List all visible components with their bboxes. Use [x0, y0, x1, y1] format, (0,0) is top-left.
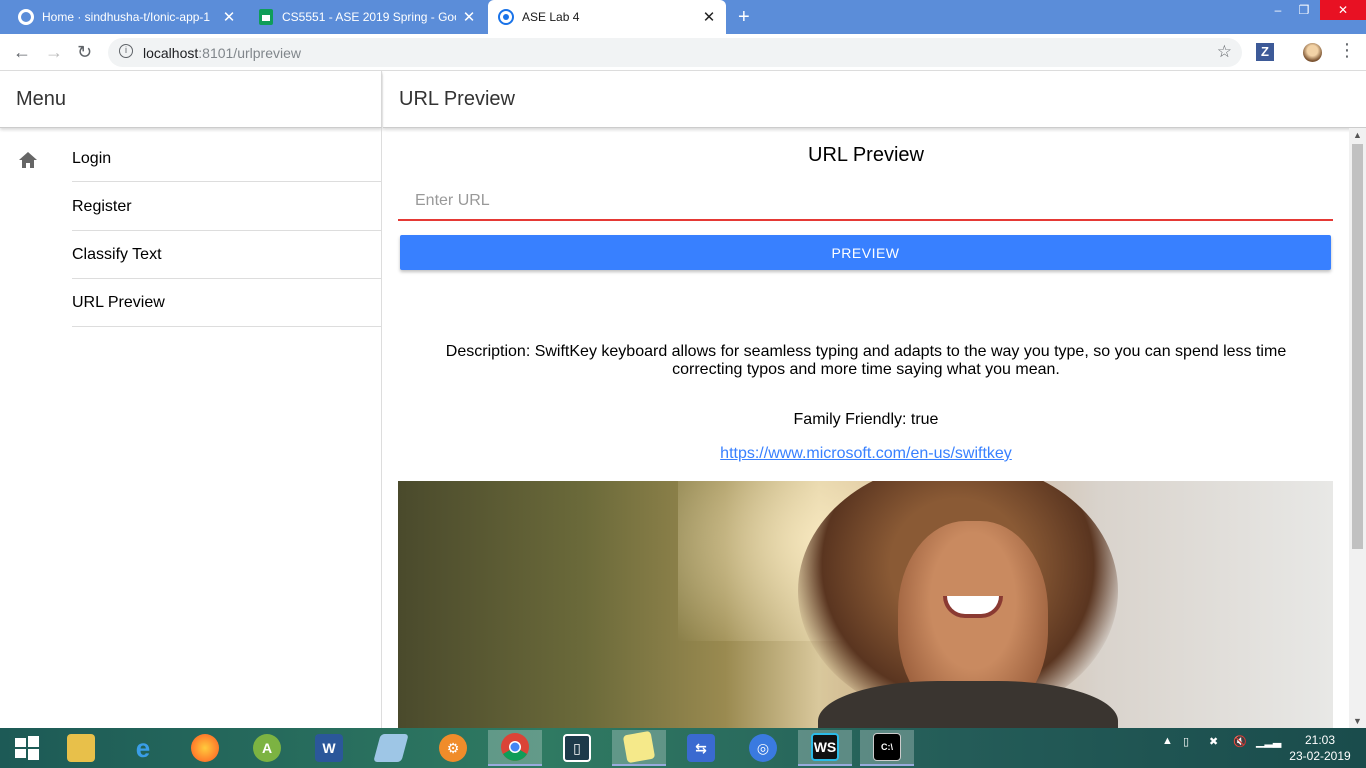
firefox-button[interactable]: [178, 730, 232, 766]
android-studio-icon: A: [253, 734, 281, 762]
info-icon[interactable]: i: [119, 44, 133, 58]
volume-muted-icon[interactable]: 🔇: [1233, 735, 1247, 748]
forward-icon[interactable]: →: [45, 42, 63, 63]
word-button[interactable]: W: [302, 730, 356, 766]
system-clock[interactable]: 21:03 23-02-2019: [1288, 732, 1352, 764]
clock-time: 21:03: [1304, 733, 1336, 747]
content-title: URL Preview: [808, 144, 924, 166]
minimize-button[interactable]: –: [1264, 0, 1292, 20]
preview-description: Description: SwiftKey keyboard allows fo…: [445, 343, 1287, 378]
device-icon[interactable]: ▯: [1183, 735, 1189, 748]
menu-item-register[interactable]: Register: [72, 183, 381, 231]
back-icon[interactable]: ←: [13, 42, 31, 63]
browser-menu-icon[interactable]: ⋮: [1338, 40, 1356, 61]
command-prompt-button[interactable]: C:\: [860, 730, 914, 766]
scrollbar-thumb[interactable]: [1352, 144, 1363, 549]
preview-button[interactable]: PREVIEW: [400, 235, 1331, 270]
folder-icon: [67, 734, 95, 762]
edge-browser-button[interactable]: ◎: [736, 730, 790, 766]
main-content: URL Preview PREVIEW Description: SwiftKe…: [383, 128, 1349, 728]
chrome-icon: [501, 733, 529, 761]
network-tool-icon: ⇆: [687, 734, 715, 762]
terminal-icon: C:\: [873, 733, 901, 761]
reload-icon[interactable]: ↻: [77, 42, 92, 63]
scroll-down-icon[interactable]: ▼: [1353, 716, 1362, 726]
menu-header: Menu: [0, 71, 382, 128]
lab-app-icon: ▯: [563, 734, 591, 762]
tab-sheets[interactable]: CS5551 - ASE 2019 Spring - Goo ✕: [248, 0, 486, 34]
tray-alert-icon[interactable]: ✖: [1209, 735, 1218, 748]
tray-expand-icon[interactable]: ▲: [1162, 735, 1173, 747]
scroll-up-icon[interactable]: ▲: [1353, 130, 1362, 140]
url-input[interactable]: [398, 182, 1333, 221]
menu-item-url-preview[interactable]: URL Preview: [72, 279, 381, 327]
preview-image: [398, 481, 1333, 728]
preview-link[interactable]: https://www.microsoft.com/en-us/swiftkey: [383, 445, 1349, 463]
settings-app-button[interactable]: ⚙: [426, 730, 480, 766]
menu-item-login[interactable]: Login: [72, 134, 381, 182]
chrome-taskbar-button[interactable]: [488, 730, 542, 766]
page-header: URL Preview: [383, 71, 1366, 128]
bookmark-star-icon[interactable]: ☆: [1217, 42, 1232, 62]
zotero-extension-icon[interactable]: Z: [1256, 43, 1274, 61]
github-icon: [18, 9, 34, 25]
url-text[interactable]: localhost:8101/urlpreview: [143, 45, 301, 61]
tab-title: Home · sindhusha-t/Ionic-app-1: [42, 10, 211, 24]
network-tool-button[interactable]: ⇆: [674, 730, 728, 766]
taskbar: e A W ⚙ ▯ ⇆ ◎ WS C:\: [0, 728, 1366, 768]
window-close-button[interactable]: ✕: [1320, 0, 1366, 20]
menu-item-classify-text[interactable]: Classify Text: [72, 231, 381, 279]
webstorm-icon: WS: [811, 733, 839, 761]
profile-avatar[interactable]: [1303, 43, 1322, 62]
browser-globe-icon: ◎: [749, 734, 777, 762]
restore-button[interactable]: ❐: [1290, 0, 1318, 20]
browser-toolbar: ← → ↻ i localhost:8101/urlpreview ☆: [0, 34, 1366, 71]
tab-strip: Home · sindhusha-t/Ionic-app-1 ✕ CS5551 …: [0, 0, 1366, 34]
tab-github[interactable]: Home · sindhusha-t/Ionic-app-1 ✕: [8, 0, 246, 34]
family-friendly-text: Family Friendly: true: [793, 411, 939, 428]
home-icon: [19, 152, 37, 168]
sticky-notes-icon: [622, 730, 656, 764]
android-studio-button[interactable]: A: [240, 730, 294, 766]
wifi-signal-icon[interactable]: ▁▂▃: [1256, 735, 1281, 748]
start-button[interactable]: [0, 730, 54, 766]
tab-title: ASE Lab 4: [522, 10, 580, 24]
lab-app-button[interactable]: ▯: [550, 730, 604, 766]
chrome-page-icon: [498, 9, 514, 25]
clock-date: 23-02-2019: [1289, 749, 1351, 763]
tab-ase-lab[interactable]: ASE Lab 4 ✕: [488, 0, 726, 34]
tab-title: CS5551 - ASE 2019 Spring - Goo: [282, 10, 456, 24]
notepad-icon: [373, 734, 409, 762]
word-icon: W: [315, 734, 343, 762]
sticky-notes-button[interactable]: [612, 730, 666, 766]
page-title: URL Preview: [399, 88, 515, 110]
close-icon[interactable]: ✕: [462, 8, 476, 26]
windows-logo-icon: [15, 736, 39, 760]
close-icon[interactable]: ✕: [702, 8, 716, 26]
internet-explorer-button[interactable]: e: [116, 730, 170, 766]
address-bar[interactable]: i localhost:8101/urlpreview ☆: [108, 38, 1242, 67]
notepad-button[interactable]: [364, 730, 418, 766]
sheets-icon: [258, 9, 274, 25]
file-explorer-button[interactable]: [54, 730, 108, 766]
gear-icon: ⚙: [439, 734, 467, 762]
menu-title: Menu: [16, 88, 67, 110]
webstorm-button[interactable]: WS: [798, 730, 852, 766]
new-tab-button[interactable]: +: [738, 6, 750, 29]
internet-explorer-icon: e: [135, 732, 151, 763]
content-scrollbar[interactable]: ▲ ▼: [1349, 128, 1366, 728]
close-icon[interactable]: ✕: [222, 8, 236, 26]
firefox-icon: [191, 734, 219, 762]
